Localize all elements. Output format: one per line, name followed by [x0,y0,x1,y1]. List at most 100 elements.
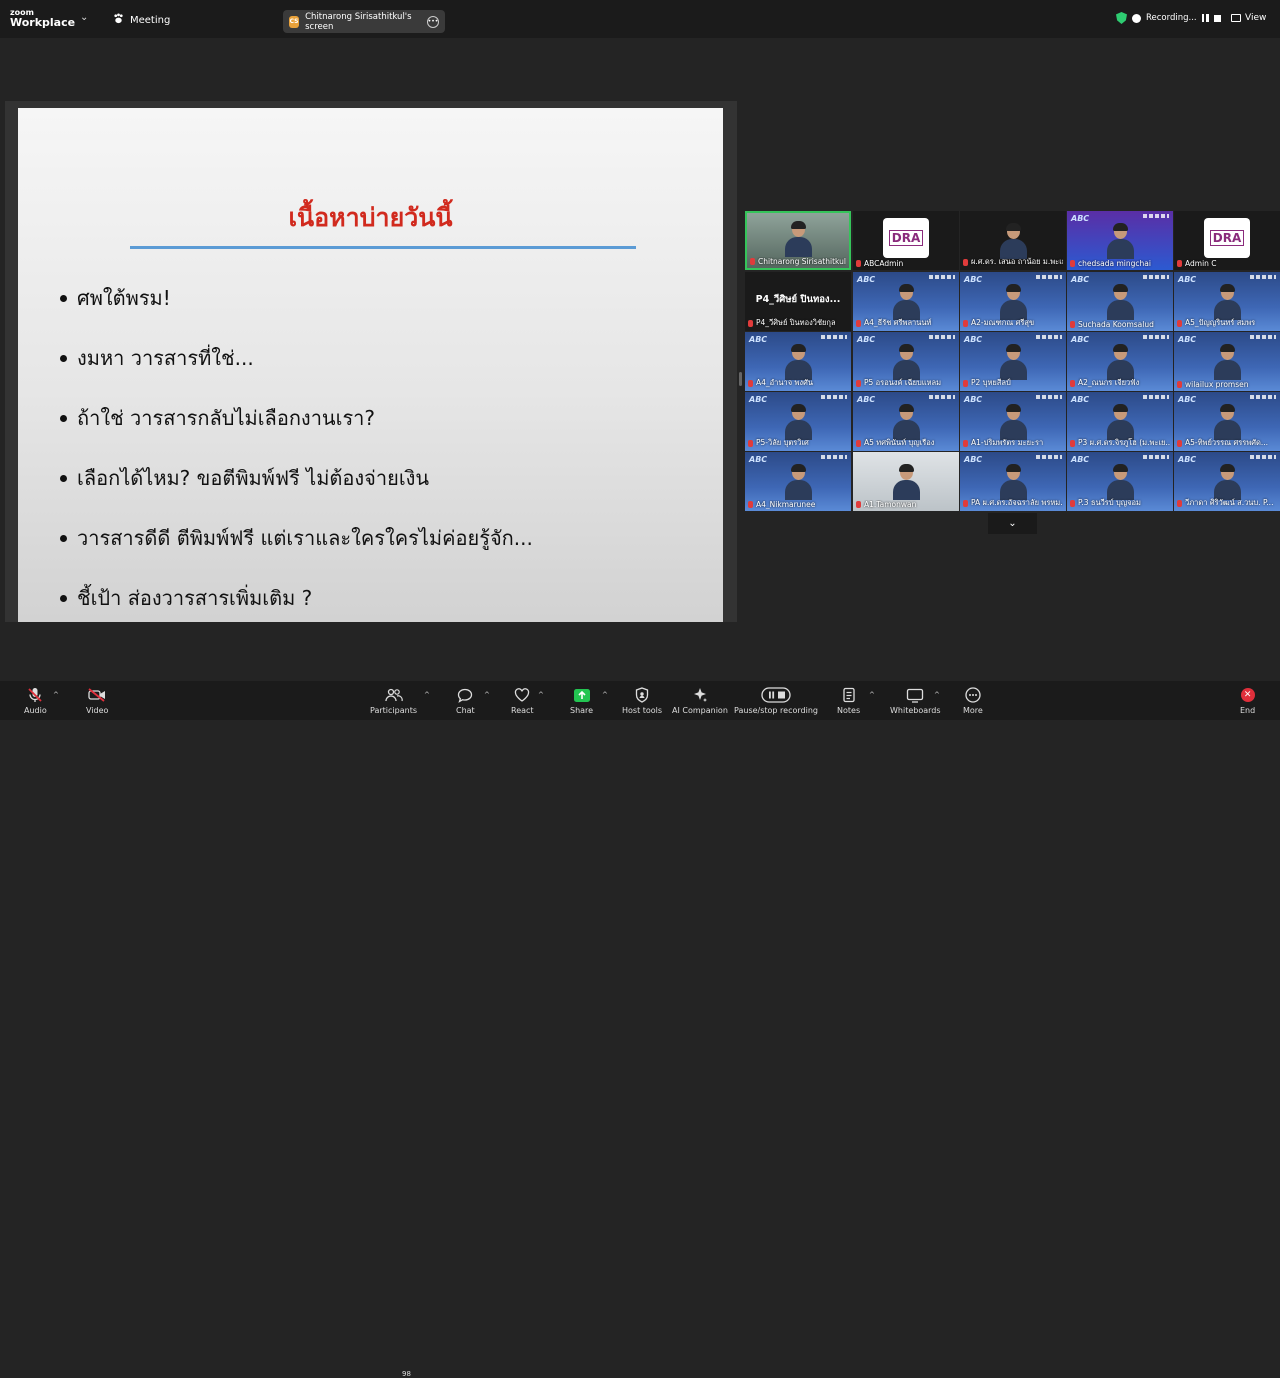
more-options-icon[interactable]: ••• [427,15,439,28]
sponsor-logos [929,275,955,279]
participant-name-tag: A1.Tamonwan [856,500,956,509]
slide-bullet: งมหา วารสารที่ใช่... [60,328,700,388]
bullet-text: เลือกได้ไหม? ขอตีพิมพ์ฟรี ไม่ต้องจ่ายเงิ… [77,466,430,490]
participant-name-tag: A1-ปริมพรัตร มะยะรา [963,437,1063,449]
person-hair [899,284,914,292]
participant-video [784,221,812,257]
sponsor-logos [1036,275,1062,279]
muted-mic-icon [856,379,861,387]
notes-options-caret-icon[interactable]: ^ [869,691,875,699]
participant-name-tag: P5-วิลัย บุตรวิเศ [748,437,848,449]
host-tools-button[interactable]: Host tools [622,687,662,715]
slide-divider [130,246,636,249]
zoom-logo[interactable]: zoom Workplace [10,8,75,28]
more-button[interactable]: More [963,687,983,715]
sponsor-logos [821,395,847,399]
participant-tile[interactable]: ABC A2-มณฑกณ ศรีสุข [960,272,1066,331]
audio-button[interactable]: Audio [24,687,47,715]
react-options-caret-icon[interactable]: ^ [538,691,544,699]
pause-recording-icon[interactable] [1201,14,1209,22]
participant-tile[interactable]: DRA ABCAdmin [853,211,959,270]
whiteboards-options-caret-icon[interactable]: ^ [934,691,940,699]
participant-tile[interactable]: ABC PA ผ.ศ.ดร.อัจฉราลัย พรหม... [960,452,1066,511]
audio-options-caret-icon[interactable]: ^ [53,691,59,699]
participant-tile[interactable]: ABC A2_ณนกร เจียวฟัง [1067,332,1173,391]
participant-tile[interactable]: ABC P3 ผ.ศ.ดร.จิรภูโฮ (ม.พะเย... [1067,392,1173,451]
participant-name-tag: P4_วีศิษย์ ปินทองวิชัยกุล [748,317,848,329]
whiteboards-button[interactable]: Whiteboards [890,687,941,715]
participant-tile[interactable]: ABC A4_อำนาจ พงศัน [745,332,851,391]
participant-gallery: Chitnarong Sirisathitkul DRA ABCAdmin ผ.ศ.ด… [745,211,1280,512]
abc-logo: ABC [1071,455,1090,464]
participant-tile[interactable]: ABC A5_ปัญญรินทร์ สมพร [1174,272,1280,331]
view-button[interactable]: View [1231,13,1266,23]
react-button[interactable]: React [511,687,534,715]
participant-tile[interactable]: ABC A4_Nikmarunee [745,452,851,511]
chat-options-caret-icon[interactable]: ^ [484,691,490,699]
participant-tile[interactable]: P4_วีศิษย์ ปินทอง... P4_วีศิษย์ ปินทองวิช… [745,272,851,331]
person-hair [1220,344,1235,352]
participant-tile[interactable]: ABC P5 อรอนงค์ เฉียบแหลม [853,332,959,391]
person-hair [1220,404,1235,412]
participant-name-tag: P.3 ธนวีรบ์ บุญจอม [1070,497,1170,509]
chevron-down-icon[interactable]: ⌄ [80,12,88,23]
participant-tile[interactable]: ABC chedsada mingchai [1067,211,1173,270]
person-hair [1220,284,1235,292]
logo-line2: Workplace [10,16,76,29]
participant-tile[interactable]: ABC A4_ธีรัช ศรีพลานนท์ [853,272,959,331]
participant-tile[interactable]: ABC A1-ปริมพรัตร มะยะรา [960,392,1066,451]
share-options-caret-icon[interactable]: ^ [602,691,608,699]
bullet-dot [60,474,67,482]
participant-tile[interactable]: Chitnarong Sirisathitkul [745,211,851,270]
sponsor-logos [929,395,955,399]
person-body [893,480,920,500]
more-dots-icon [965,687,981,703]
end-meeting-button[interactable]: ✕ End [1240,687,1255,715]
muted-mic-icon [856,501,861,508]
ai-companion-button[interactable]: AI Companion [672,687,728,715]
pause-stop-recording-button[interactable]: Pause/stop recording [734,687,818,715]
participant-tile[interactable]: ABC วีภาดา ศิริวัฒน์ ส.วนบ. P... [1174,452,1280,511]
sponsor-logos [1036,395,1062,399]
participant-name: Chitnarong Sirisathitkul [758,257,846,266]
chat-button[interactable]: Chat [456,687,475,715]
participant-video [999,404,1027,440]
participant-tile[interactable]: ABC P2 บุหยสีลป์ [960,332,1066,391]
video-button[interactable]: Video [86,687,108,715]
participant-tile[interactable]: ABC A5-ทิพย์วรรณ ศรรพศัด... [1174,392,1280,451]
stop-recording-icon[interactable] [1213,14,1221,22]
participant-tile[interactable]: ผ.ศ.ดร. เสนอ ถาน้อย ม.พะเย... [960,211,1066,270]
participant-name: A2_ณนกร เจียวฟัง [1078,378,1140,387]
participant-tile[interactable]: ABC P.3 ธนวีรบ์ บุญจอม [1067,452,1173,511]
notes-button[interactable]: Notes [837,687,860,715]
participant-count: 98 [402,1370,411,1378]
participant-tile[interactable]: ABC A5 ทศพินันท์ บุญเรือง [853,392,959,451]
whiteboard-icon [906,687,924,703]
participant-video [1106,223,1134,259]
video-label: Video [86,706,109,715]
participant-name-tag: A5 ทศพินันท์ บุญเรือง [856,437,956,449]
participant-name: A4_ธีรัช ศรีพลานนท์ [864,318,932,327]
participant-name-tag: Chitnarong Sirisathitkul [750,257,846,266]
participant-tile[interactable]: ABC wilailux promsen [1174,332,1280,391]
meeting-menu[interactable]: Meeting [113,13,170,27]
abc-logo: ABC [964,455,983,464]
person-body [785,480,812,500]
screen-share-tab[interactable]: CS Chitnarong Sirisathitkul's screen ••• [283,10,445,33]
participants-options-caret-icon[interactable]: ^ [424,691,430,699]
chevron-down-icon: ⌄ [1008,518,1017,529]
participant-name-tag: P3 ผ.ศ.ดร.จิรภูโฮ (ม.พะเย... [1070,437,1170,449]
gallery-next-page-button[interactable]: ⌄ [988,513,1037,534]
participant-name-tag: A5_ปัญญรินทร์ สมพร [1177,317,1277,329]
share-button[interactable]: Share [570,687,593,715]
participant-tile[interactable]: DRA Admin C [1174,211,1280,270]
participants-button[interactable]: Participants [370,687,417,715]
paw-icon [113,13,124,27]
participant-tile[interactable]: ABC Suchada Koomsalud [1067,272,1173,331]
participant-tile[interactable]: ABC P5-วิลัย บุตรวิเศ [745,392,851,451]
participant-name: A1-ปริมพรัตร มะยะรา [971,438,1044,447]
splitter-handle[interactable] [739,372,742,386]
muted-mic-icon [963,439,968,447]
abc-logo: ABC [1178,275,1197,284]
participant-tile[interactable]: A1.Tamonwan [853,452,959,511]
